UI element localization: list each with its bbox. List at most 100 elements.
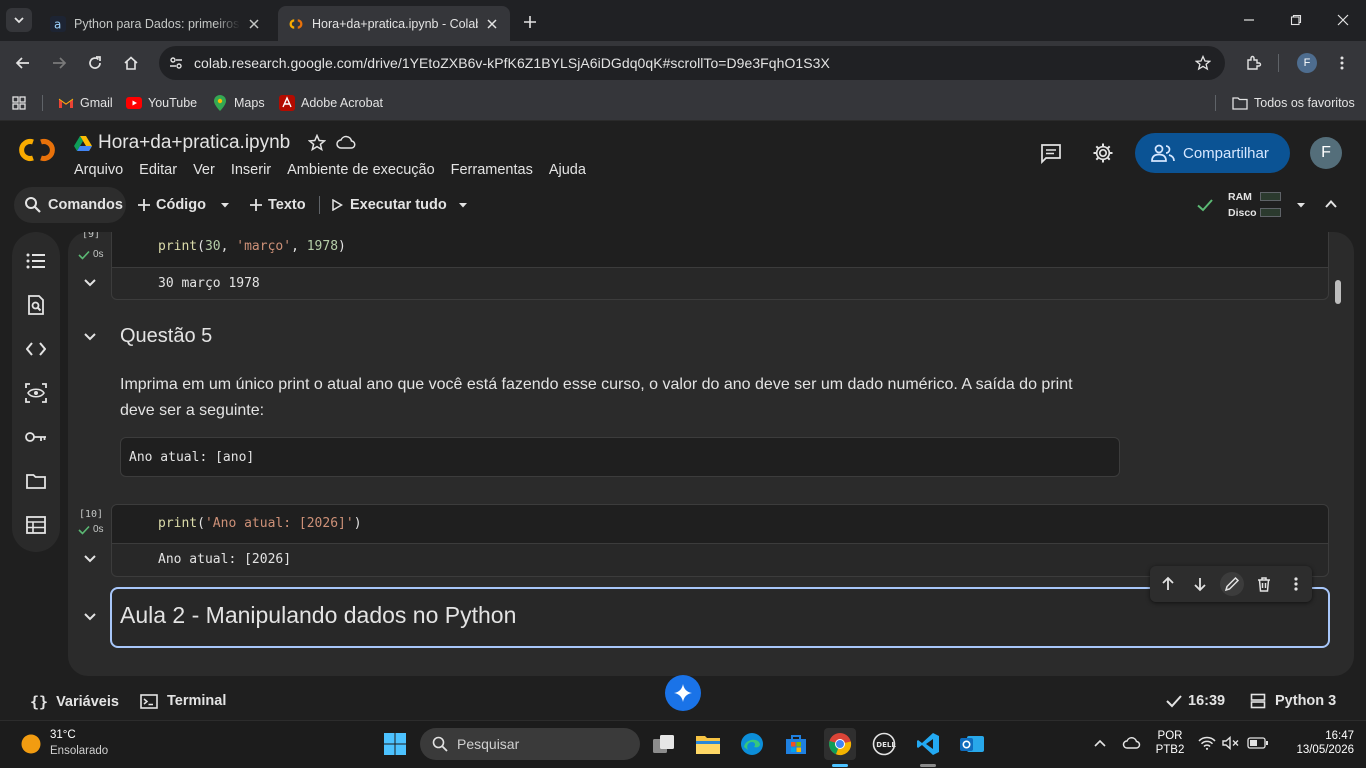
star-icon[interactable] [308, 134, 327, 152]
reload-button[interactable] [83, 51, 107, 75]
terminal-button[interactable]: Terminal [140, 693, 226, 709]
section-collapse-chevron-icon[interactable] [82, 329, 98, 345]
vscode-button[interactable] [912, 728, 944, 760]
close-icon[interactable] [484, 16, 500, 32]
cloud-saved-icon[interactable] [336, 135, 356, 151]
data-table-icon[interactable] [24, 513, 48, 537]
chrome-button[interactable] [824, 728, 856, 760]
restore-button[interactable] [1273, 8, 1319, 32]
search-icon [25, 197, 41, 213]
sparkle-icon [674, 684, 692, 702]
run-all-button[interactable]: Executar tudo [331, 187, 447, 223]
edge-browser-button[interactable] [736, 728, 768, 760]
output-collapse-chevron-icon[interactable] [82, 275, 98, 291]
runtime-type-button[interactable]: Python 3 [1250, 693, 1336, 709]
browser-tab-alura[interactable]: a Python para Dados: primeiros p [40, 6, 272, 41]
weather-cloud-tray-icon[interactable] [1122, 735, 1142, 751]
weather-temperature[interactable]: 31°C [50, 729, 76, 741]
home-button[interactable] [119, 51, 143, 75]
all-bookmarks-button[interactable]: Todos os favoritos [1232, 92, 1355, 114]
minimize-button[interactable] [1226, 8, 1272, 32]
edit-cell-button[interactable] [1220, 572, 1244, 596]
menu-ambiente-de-execucao[interactable]: Ambiente de execução [287, 162, 435, 178]
code-cell[interactable]: print(30, 'março', 1978) [111, 232, 1329, 268]
sun-weather-icon[interactable] [20, 733, 42, 755]
speaker-muted-icon[interactable] [1222, 736, 1240, 750]
windows-start-button[interactable] [379, 728, 411, 760]
menu-editar[interactable]: Editar [139, 162, 177, 178]
battery-icon[interactable] [1247, 737, 1269, 749]
menu-ver[interactable]: Ver [193, 162, 215, 178]
browser-tab-colab[interactable]: Hora+da+pratica.ipynb - Colab [278, 6, 510, 41]
caret-down-icon [221, 203, 229, 208]
menu-ajuda[interactable]: Ajuda [549, 162, 586, 178]
colab-logo[interactable] [16, 137, 58, 163]
show-hidden-icons-button[interactable] [1093, 738, 1107, 748]
profile-avatar[interactable]: F [1297, 53, 1317, 73]
move-cell-down-button[interactable] [1188, 572, 1212, 596]
last-run-status[interactable]: 16:39 [1166, 693, 1225, 709]
notebook-title[interactable]: Hora+da+pratica.ipynb [98, 132, 290, 154]
delete-cell-button[interactable] [1252, 572, 1276, 596]
bookmark-maps[interactable]: Maps [212, 92, 265, 114]
code-line[interactable]: print(30, 'março', 1978) [158, 239, 346, 254]
collapse-header-button[interactable] [1324, 197, 1338, 211]
code-dropdown-button[interactable] [219, 187, 231, 223]
output-collapse-chevron-icon[interactable] [82, 551, 98, 567]
microsoft-store-button[interactable] [780, 728, 812, 760]
extensions-button[interactable] [1242, 51, 1266, 75]
more-cell-actions-button[interactable] [1284, 572, 1308, 596]
menu-inserir[interactable]: Inserir [231, 162, 271, 178]
move-cell-up-button[interactable] [1156, 572, 1180, 596]
resources-indicator[interactable]: RAM Disco [1225, 188, 1285, 224]
close-icon[interactable] [246, 16, 262, 32]
outlook-button[interactable] [956, 728, 988, 760]
key-icon[interactable] [24, 425, 48, 449]
menu-arquivo[interactable]: Arquivo [74, 162, 123, 178]
bookmark-youtube[interactable]: YouTube [126, 92, 197, 114]
apps-button[interactable] [11, 92, 27, 114]
task-view-button[interactable] [648, 728, 680, 760]
tab-search-button[interactable] [6, 8, 32, 32]
code-cell[interactable]: print('Ano atual: [2026]') [111, 504, 1329, 544]
dell-app-button[interactable]: DELL [868, 728, 900, 760]
share-label: Compartilhar [1183, 144, 1269, 162]
settings-gear-icon[interactable] [1092, 142, 1114, 164]
share-button[interactable]: Compartilhar [1135, 133, 1290, 173]
comments-icon[interactable] [1040, 142, 1062, 164]
variables-button[interactable]: {} Variáveis [30, 693, 119, 711]
back-button[interactable] [11, 51, 35, 75]
bookmark-gmail[interactable]: Gmail [58, 92, 113, 114]
browser-toolbar: colab.research.google.com/drive/1YEtoZXB… [0, 41, 1366, 85]
taskbar-search[interactable]: Pesquisar [420, 728, 640, 760]
keyboard-language[interactable]: POR PTB2 [1152, 730, 1188, 756]
add-code-button[interactable]: Código [137, 187, 206, 223]
address-bar[interactable]: colab.research.google.com/drive/1YEtoZXB… [159, 46, 1225, 80]
menu-ferramentas[interactable]: Ferramentas [451, 162, 533, 178]
gemini-button[interactable] [665, 675, 701, 711]
code-snippets-icon[interactable] [24, 337, 48, 361]
commands-button[interactable]: Comandos [14, 187, 126, 223]
secrets-preview-icon[interactable] [24, 381, 48, 405]
code-line[interactable]: print('Ano atual: [2026]') [158, 516, 362, 531]
find-replace-icon[interactable] [24, 293, 48, 317]
forward-button[interactable] [47, 51, 71, 75]
files-folder-icon[interactable] [24, 469, 48, 493]
runtime-dropdown-button[interactable] [1295, 199, 1307, 211]
system-clock[interactable]: 16:47 13/05/2026 [1280, 730, 1354, 756]
site-info-icon[interactable] [168, 55, 184, 71]
user-avatar[interactable]: F [1310, 137, 1342, 169]
bookmark-acrobat[interactable]: Adobe Acrobat [279, 92, 383, 114]
new-tab-button[interactable] [518, 10, 542, 34]
file-explorer-button[interactable] [692, 728, 724, 760]
close-window-button[interactable] [1320, 8, 1366, 32]
table-of-contents-icon[interactable] [24, 249, 48, 273]
section-collapse-chevron-icon[interactable] [82, 609, 98, 625]
add-text-button[interactable]: Texto [249, 187, 306, 223]
run-all-dropdown-button[interactable] [457, 187, 469, 223]
bookmark-star-icon[interactable] [1195, 55, 1211, 71]
notebook-scrollbar[interactable] [1335, 280, 1341, 304]
wifi-icon[interactable] [1198, 736, 1216, 750]
weather-description[interactable]: Ensolarado [50, 745, 108, 757]
browser-menu-button[interactable] [1330, 51, 1354, 75]
